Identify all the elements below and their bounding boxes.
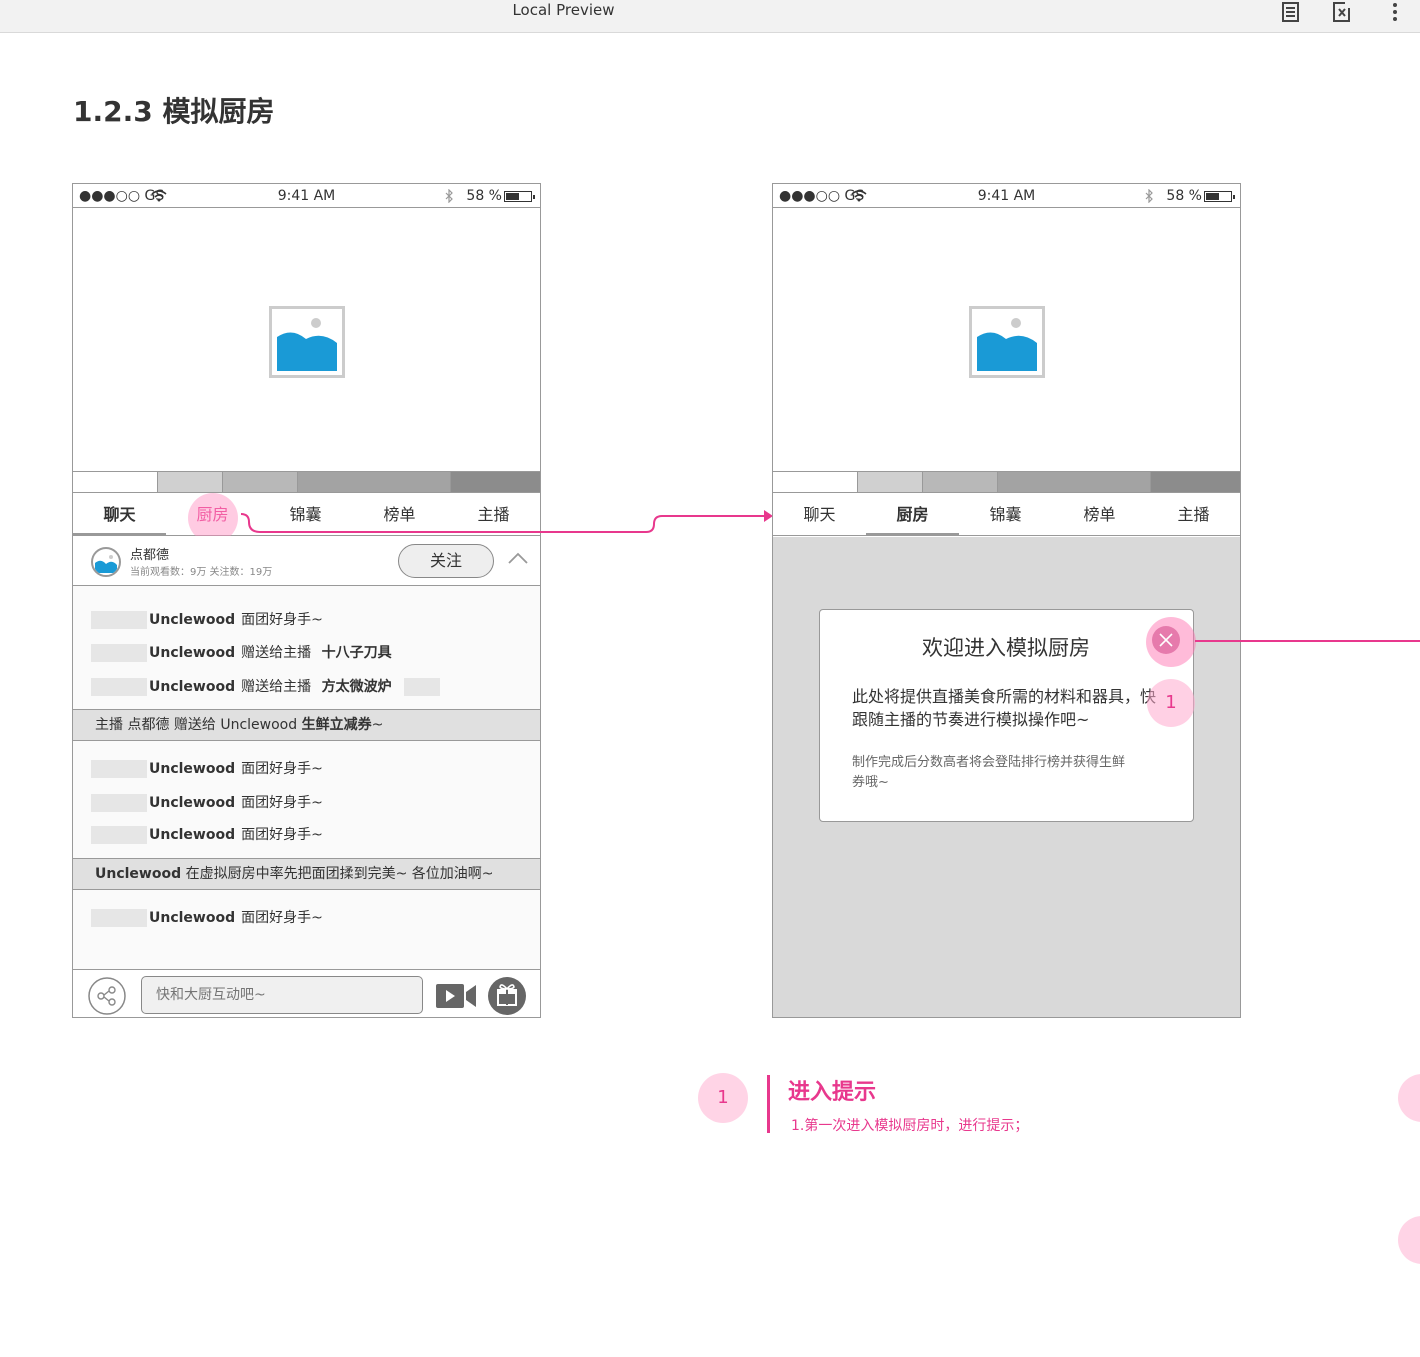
- dialog-body: 此处将提供直播美食所需的材料和器具，快跟随主播的节奏进行模拟操作吧~: [852, 687, 1157, 729]
- bluetooth-icon: [1145, 189, 1153, 203]
- dialog-title: 欢迎进入模拟厨房: [922, 636, 1090, 660]
- anchor-name: 点都德: [130, 548, 170, 563]
- tab-chat[interactable]: 聊天: [773, 493, 866, 536]
- system-notice-message: Unclewood 在虚拟厨房中率先把面团揉到完美~ 各位加油啊~: [73, 858, 540, 890]
- more-vert-icon[interactable]: [1385, 2, 1405, 22]
- document-icon[interactable]: [1281, 2, 1301, 22]
- chat-user[interactable]: Unclewood: [149, 827, 235, 843]
- chat-input[interactable]: [141, 976, 423, 1014]
- bluetooth-icon: [445, 189, 453, 203]
- gift-image: [403, 678, 440, 696]
- status-bar: ●●●○○ GS 9:41 AM 58 %: [773, 184, 1240, 208]
- tab-host[interactable]: 主播: [1147, 493, 1240, 536]
- system-gift-message: 主播 点都德 赠送给 Unclewood 生鲜立减券~: [73, 709, 540, 741]
- chat-list: Unclewood 面团好身手~ Unclewood 赠送给主播 十八子刀具 Unc…: [73, 586, 540, 969]
- video-camera-icon[interactable]: [435, 982, 477, 1010]
- image-placeholder-icon: [969, 306, 1045, 378]
- chat-text: 面团好身手~: [241, 761, 323, 777]
- window-title: Local Preview: [512, 1, 615, 19]
- tab-ranking[interactable]: 榜单: [1053, 493, 1146, 536]
- chat-user[interactable]: Unclewood: [149, 679, 235, 695]
- gift-item: 生鲜立减券: [301, 717, 372, 733]
- gift-icon[interactable]: [487, 976, 527, 1016]
- system-text: 在虚拟厨房中率先把面团揉到完美~ 各位加油啊~: [181, 866, 494, 882]
- gift-item: 方太微波炉: [321, 679, 392, 695]
- chat-user[interactable]: Unclewood: [149, 761, 235, 777]
- chat-user[interactable]: Unclewood: [149, 795, 235, 811]
- chat-user[interactable]: Unclewood: [149, 645, 235, 661]
- status-bar: ●●●○○ GS 9:41 AM 58 %: [73, 184, 540, 208]
- annotation-title: 进入提示: [788, 1080, 877, 1105]
- chat-text: 赠送给主播: [241, 679, 312, 695]
- export-icon[interactable]: [1332, 2, 1352, 22]
- video-progress-bar[interactable]: [73, 471, 540, 493]
- flow-arrow: [240, 510, 773, 533]
- phone-mockup-chat: ●●●○○ GS 9:41 AM 58 % 聊天 厨房 锦囊 榜单 主播 点都德…: [72, 183, 541, 1018]
- annotation-divider: [767, 1075, 770, 1133]
- kitchen-overlay: 欢迎进入模拟厨房 此处将提供直播美食所需的材料和器具，快跟随主播的节奏进行模拟操…: [773, 537, 1240, 1017]
- chat-message: Unclewood 面团好身手~: [91, 610, 323, 630]
- welcome-dialog: 欢迎进入模拟厨房 此处将提供直播美食所需的材料和器具，快跟随主播的节奏进行模拟操…: [819, 609, 1196, 822]
- image-placeholder-icon: [269, 306, 345, 378]
- chat-user[interactable]: Unclewood: [149, 910, 235, 926]
- close-icon[interactable]: [1151, 625, 1181, 655]
- chat-message: Unclewood 赠送给主播 十八子刀具: [91, 643, 392, 663]
- chevron-up-icon[interactable]: [507, 551, 529, 565]
- tab-kitchen[interactable]: 厨房: [866, 493, 959, 536]
- tab-tips[interactable]: 锦囊: [959, 493, 1052, 536]
- page-title: 1.2.3 模拟厨房: [73, 95, 275, 128]
- chat-text: 面团好身手~: [241, 795, 323, 811]
- annotation-line: [1195, 640, 1420, 642]
- tab-chat[interactable]: 聊天: [73, 493, 166, 536]
- share-icon[interactable]: [87, 976, 127, 1016]
- system-text: 主播 点都德 赠送给 Unclewood: [95, 717, 302, 733]
- user-badge: [91, 678, 147, 696]
- chat-message: Unclewood 面团好身手~: [91, 908, 323, 928]
- anchor-info-bar: 点都德 当前观看数：9万 关注数：19万 关注: [73, 536, 540, 586]
- video-player[interactable]: [73, 208, 540, 472]
- annotation-marker-offscreen: [1398, 1074, 1420, 1122]
- follow-button[interactable]: 关注: [398, 544, 494, 578]
- user-badge: [91, 611, 147, 629]
- dialog-footer: 制作完成后分数高者将会登陆排行榜并获得生鲜券哦~: [852, 755, 1126, 790]
- annotation-number: 1: [698, 1073, 748, 1123]
- annotation-marker: 1: [1147, 679, 1195, 727]
- system-text: ~: [371, 717, 384, 733]
- bottom-input-bar: [73, 969, 540, 1017]
- chat-text: 面团好身手~: [241, 612, 323, 628]
- chat-message: Unclewood 面团好身手~: [91, 793, 323, 813]
- video-player[interactable]: [773, 208, 1240, 472]
- chat-message: Unclewood 赠送给主播 方太微波炉: [91, 677, 442, 697]
- annotation-marker-offscreen: [1398, 1216, 1420, 1264]
- annotation-text: 1.第一次进入模拟厨房时，进行提示；: [791, 1118, 1029, 1134]
- phone-mockup-kitchen: ●●●○○ GS 9:41 AM 58 % 聊天 厨房 锦囊 榜单 主播 欢迎进…: [772, 183, 1241, 1018]
- avatar[interactable]: [91, 547, 121, 577]
- chat-message: Unclewood 面团好身手~: [91, 825, 323, 845]
- battery-label: 58 %: [466, 188, 502, 204]
- user-badge: [91, 826, 147, 844]
- tab-bar: 聊天 厨房 锦囊 榜单 主播: [773, 493, 1240, 536]
- battery-icon: [1204, 191, 1235, 202]
- battery-label: 58 %: [1166, 188, 1202, 204]
- chat-text: 面团好身手~: [241, 910, 323, 926]
- anchor-stats: 当前观看数：9万 关注数：19万: [130, 567, 273, 578]
- user-badge: [91, 760, 147, 778]
- chat-message: Unclewood 面团好身手~: [91, 759, 323, 779]
- user-badge: [91, 644, 147, 662]
- video-progress-bar[interactable]: [773, 471, 1240, 493]
- user-badge: [91, 794, 147, 812]
- notice-user: Unclewood: [95, 866, 182, 882]
- window-title-bar: Local Preview: [0, 0, 1420, 33]
- chat-text: 面团好身手~: [241, 827, 323, 843]
- gift-item: 十八子刀具: [321, 645, 392, 661]
- battery-icon: [504, 191, 535, 202]
- chat-user[interactable]: Unclewood: [149, 612, 235, 628]
- chat-text: 赠送给主播: [241, 645, 312, 661]
- user-badge: [91, 909, 147, 927]
